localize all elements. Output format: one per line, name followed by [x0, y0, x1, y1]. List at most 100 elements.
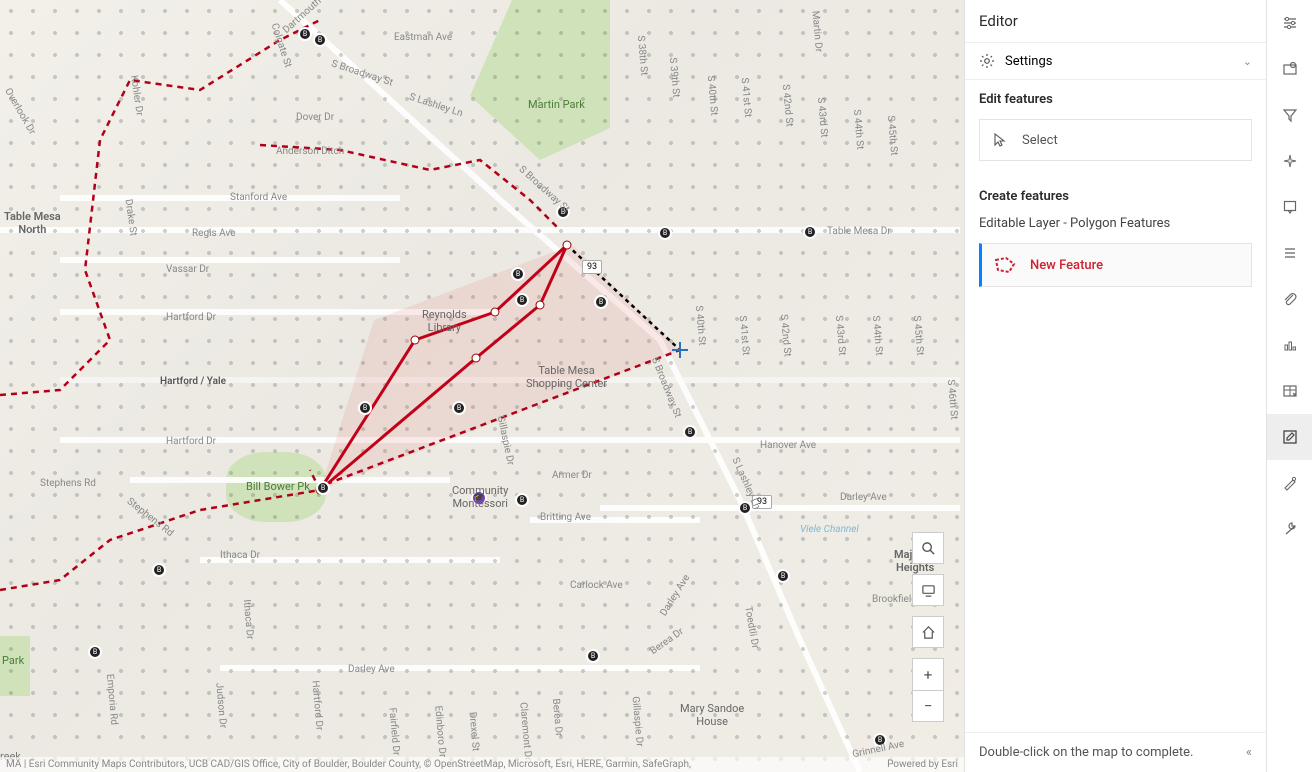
park-label: Park — [2, 654, 24, 667]
polygon-vertex[interactable] — [472, 354, 481, 363]
street-label: Dover Dr — [296, 112, 334, 123]
search-icon — [921, 541, 936, 556]
tool-bookmark[interactable] — [1267, 184, 1312, 230]
home-button[interactable] — [912, 616, 944, 648]
polygon-vertex[interactable] — [491, 308, 500, 317]
bus-stop-icon: B — [511, 267, 525, 281]
place-label: Mary Sandoe House — [680, 702, 744, 728]
tool-chart[interactable] — [1267, 322, 1312, 368]
map-canvas[interactable]: B B B B B B B B B B B B B B B B B B B 🎓 … — [0, 0, 964, 772]
chevron-down-icon: ⌄ — [1243, 55, 1252, 68]
street-label: Carlock Ave — [570, 580, 623, 591]
tool-attachments[interactable] — [1267, 276, 1312, 322]
street-label: Anderson Ditch — [276, 146, 344, 157]
street-label: Eastman Ave — [394, 32, 452, 43]
search-button[interactable] — [912, 532, 944, 564]
table-icon — [1282, 383, 1298, 399]
tool-config[interactable] — [1267, 506, 1312, 552]
polygon-vertex[interactable] — [563, 241, 572, 250]
plus-icon: + — [924, 666, 933, 684]
bus-stop-icon: B — [515, 293, 529, 307]
bus-stop-icon: B — [452, 401, 466, 415]
map-attribution: MA | Esri Community Maps Contributors, U… — [0, 757, 964, 772]
settings-row[interactable]: Settings ⌄ — [965, 43, 1266, 80]
tool-wrench-pencil[interactable] — [1267, 460, 1312, 506]
bus-stop-icon: B — [683, 425, 697, 439]
attribution-text: MA | Esri Community Maps Contributors, U… — [6, 759, 691, 770]
extent-icon — [1282, 61, 1298, 77]
popup-icon — [1282, 199, 1298, 215]
bus-stop-icon: B — [594, 295, 608, 309]
tool-sparkle[interactable] — [1267, 138, 1312, 184]
feature-template[interactable]: New Feature — [979, 243, 1252, 287]
street-label: Britting Ave — [540, 512, 591, 523]
bus-stop-icon: B — [358, 401, 372, 415]
bus-stop-icon: B — [313, 33, 327, 47]
place-label: Table Mesa North — [4, 210, 61, 236]
water-label: Viele Channel — [800, 524, 859, 535]
bus-stop-icon: B — [803, 225, 817, 239]
drawing-cursor — [672, 342, 688, 358]
bus-stop-icon: B — [298, 27, 312, 41]
create-section-title: Create features — [965, 177, 1266, 210]
zoom-group: + − — [912, 658, 944, 722]
hint-bar: Double-click on the map to complete. « — [965, 732, 1266, 772]
tool-sliders[interactable] — [1267, 0, 1312, 46]
editor-panel: Editor Settings ⌄ Edit features Select C… — [964, 0, 1266, 772]
sparkle-icon — [1282, 153, 1298, 169]
route-shield: 93 — [582, 260, 602, 274]
tool-list[interactable] — [1267, 230, 1312, 276]
street-label: Hartford Dr — [166, 436, 216, 447]
place-label: Table Mesa Shopping Center — [526, 364, 607, 390]
powered-by: Powered by Esri — [887, 759, 958, 770]
edit-icon — [1282, 429, 1298, 445]
pencil-wrench-icon — [1282, 475, 1298, 491]
map-controls: + − — [912, 532, 944, 722]
list-icon — [1282, 245, 1298, 261]
monitor-icon — [921, 583, 936, 598]
home-icon — [921, 625, 936, 640]
street-label: Regis Ave — [192, 228, 236, 239]
bus-stop-icon: B — [776, 569, 790, 583]
street-label: Darley Ave — [840, 492, 887, 503]
street-label: Stephens Rd — [40, 478, 96, 489]
minus-icon: − — [924, 697, 933, 715]
street-label: Ithaca Dr — [220, 550, 260, 561]
bus-stop-icon: B — [316, 481, 330, 495]
tool-extent[interactable] — [1267, 46, 1312, 92]
street-label: Hartford Dr — [166, 312, 216, 323]
bus-stop-icon: B — [88, 645, 102, 659]
paperclip-icon — [1282, 291, 1298, 307]
sliders-icon — [1282, 15, 1298, 31]
polygon-vertex[interactable] — [411, 336, 420, 345]
place-label: Community Montessori — [452, 484, 508, 510]
tool-filter[interactable] — [1267, 92, 1312, 138]
street-label: Vassar Dr — [166, 264, 209, 275]
bus-stop-icon: B — [515, 493, 529, 507]
edit-section-title: Edit features — [965, 80, 1266, 113]
street-label: Darley Ave — [348, 664, 395, 675]
settings-label: Settings — [1005, 54, 1052, 69]
bus-stop-icon: B — [152, 563, 166, 577]
polygon-vertex[interactable] — [536, 301, 545, 310]
street-label: Armer Dr — [552, 470, 592, 481]
zoom-out-button[interactable]: − — [912, 690, 944, 722]
polygon-icon — [994, 256, 1016, 274]
street-label: Table Mesa Dr — [827, 226, 891, 237]
tool-edit[interactable] — [1267, 414, 1312, 460]
select-tool[interactable]: Select — [979, 119, 1252, 161]
zoom-in-button[interactable]: + — [912, 658, 944, 690]
street-label: Stanford Ave — [230, 192, 287, 203]
gear-icon — [979, 53, 995, 69]
park-label: Martin Park — [528, 98, 585, 111]
bus-stop-icon: B — [586, 649, 600, 663]
place-label: Reynolds Library — [422, 308, 467, 334]
basemap-button[interactable] — [912, 574, 944, 606]
hint-text: Double-click on the map to complete. — [979, 745, 1193, 760]
collapse-icon[interactable]: « — [1246, 745, 1252, 760]
chart-icon — [1282, 337, 1298, 353]
tool-table[interactable] — [1267, 368, 1312, 414]
wrench-icon — [1282, 521, 1298, 537]
panel-title: Editor — [965, 0, 1266, 43]
select-label: Select — [1022, 133, 1058, 148]
